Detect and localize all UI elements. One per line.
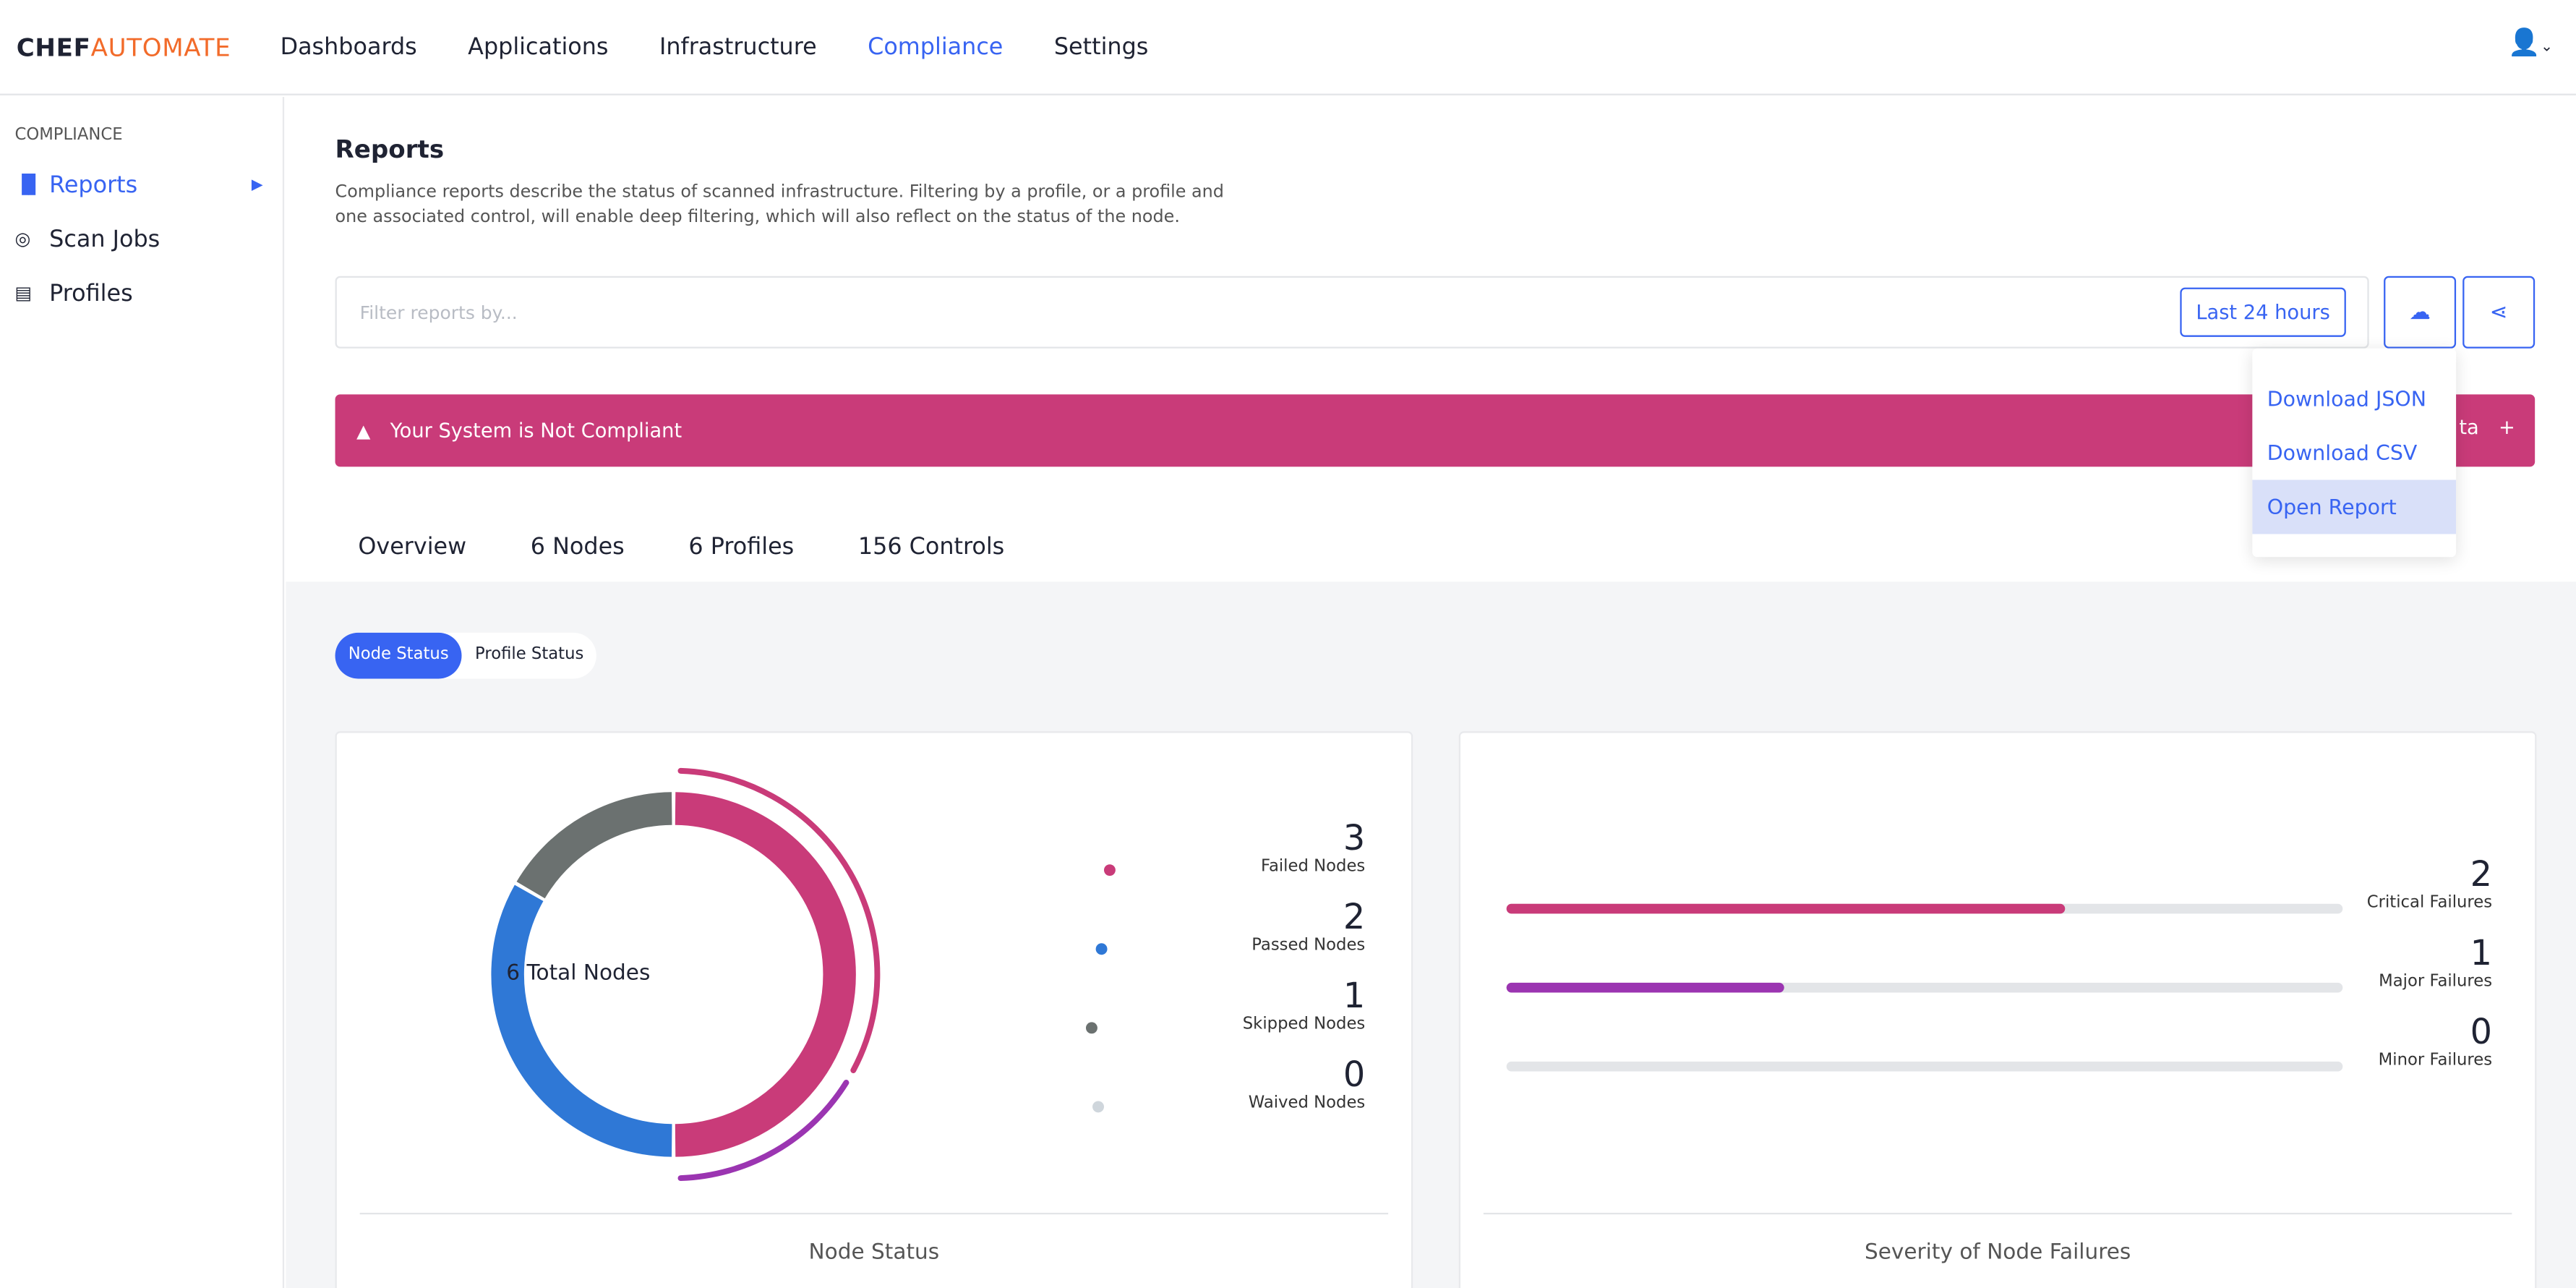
legend-count: 1	[1343, 976, 1366, 1016]
overview-panel: Node Status Profile Status 6 Total Nodes…	[286, 581, 2576, 1288]
alert-text: Your System is Not Compliant	[390, 419, 682, 443]
top-navbar: CHEFAUTOMATE Dashboards Applications Inf…	[0, 0, 2576, 95]
severity-bar-fill	[1506, 982, 1785, 993]
radar-icon: ◎	[14, 228, 31, 250]
legend-dot-icon	[1092, 1101, 1104, 1113]
legend-label-wrap: Waived Nodes	[1092, 1094, 1366, 1113]
main-content: Reports Compliance reports describe the …	[286, 97, 2576, 1288]
share-button[interactable]: ⋖	[2462, 276, 2536, 349]
severity-count: 2	[2470, 854, 2493, 895]
sidebar-item-reports[interactable]: ▐▌ Reports ▶	[0, 158, 283, 212]
legend-item: 3 Failed Nodes	[1105, 818, 1366, 877]
chef-automate-logo[interactable]: CHEFAUTOMATE	[17, 32, 231, 61]
donut-slice-passed-nodes[interactable]	[491, 884, 672, 1157]
expand-plus-icon[interactable]: +	[2499, 416, 2515, 439]
sidebar-item-scan-jobs[interactable]: ◎ Scan Jobs	[0, 212, 283, 266]
legend-count: 3	[1343, 818, 1366, 858]
page-title: Reports	[335, 135, 445, 165]
severity-legend: 1 Major Failures	[2379, 934, 2492, 991]
sidebar-heading: COMPLIANCE	[14, 126, 123, 145]
legend-count: 2	[1343, 897, 1366, 937]
user-icon: 👤	[2507, 26, 2541, 58]
tab-profiles[interactable]: 6 Profiles	[666, 518, 817, 589]
chevron-down-icon: ⌄	[2541, 39, 2554, 56]
legend-item: 0 Waived Nodes	[1092, 1054, 1366, 1113]
legend-item: 2 Passed Nodes	[1095, 897, 1366, 955]
page-description: Compliance reports describe the status o…	[335, 182, 1224, 227]
warning-icon: ▲	[356, 419, 371, 442]
severity-footer: Severity of Node Failures	[1483, 1212, 2512, 1266]
sidebar-item-label: Scan Jobs	[49, 226, 161, 252]
caret-right-icon: ▶	[251, 176, 263, 193]
legend-label: Failed Nodes	[1260, 858, 1366, 877]
sidebar: COMPLIANCE ▐▌ Reports ▶ ◎ Scan Jobs ▤ Profil…	[0, 97, 285, 1288]
severity-bar-track	[1506, 903, 2343, 914]
logo-text-chef: CHEF	[16, 32, 91, 62]
download-dropdown-menu: Download JSON Download CSV Open Report	[2252, 348, 2457, 558]
time-range-button[interactable]: Last 24 hours	[2180, 287, 2346, 337]
book-icon: ▤	[14, 282, 33, 304]
legend-count: 0	[1343, 1054, 1366, 1095]
cloud-download-icon: ☁	[2409, 299, 2431, 325]
bar-chart-icon: ▐▌	[14, 174, 43, 196]
legend-label-wrap: Failed Nodes	[1105, 858, 1366, 877]
legend-label: Passed Nodes	[1251, 937, 1366, 955]
status-toggle: Node Status Profile Status	[335, 632, 597, 679]
nav-infrastructure[interactable]: Infrastructure	[659, 34, 817, 60]
severity-label: Critical Failures	[2366, 894, 2493, 913]
tab-overview[interactable]: Overview	[335, 518, 489, 589]
filter-input[interactable]: Filter reports by...	[360, 302, 518, 324]
tab-nodes[interactable]: 6 Nodes	[508, 518, 648, 589]
node-status-footer: Node Status	[359, 1212, 1389, 1266]
filter-search-bar[interactable]: Filter reports by... Last 24 hours	[335, 276, 2369, 349]
nav-dashboards[interactable]: Dashboards	[281, 34, 417, 60]
severity-card: 2 Critical Failures 1 Major Failures 0 Mino…	[1458, 731, 2537, 1288]
severity-label: Minor Failures	[2378, 1052, 2493, 1070]
logo-text-automate: AUTOMATE	[90, 32, 231, 62]
severity-legend: 2 Critical Failures	[2367, 855, 2492, 913]
legend-dot-icon	[1095, 943, 1108, 955]
severity-count: 1	[2470, 933, 2493, 973]
download-button[interactable]: ☁	[2384, 276, 2457, 349]
severity-legend: 0 Minor Failures	[2379, 1012, 2492, 1070]
toggle-node-status[interactable]: Node Status	[335, 632, 462, 679]
sidebar-item-label: Reports	[49, 171, 138, 198]
legend-label: Skipped Nodes	[1242, 1015, 1366, 1034]
severity-bar-track	[1506, 982, 2343, 993]
legend-item: 1 Skipped Nodes	[1086, 976, 1366, 1034]
menu-item-open-report[interactable]: Open Report	[2252, 479, 2457, 534]
severity-count: 0	[2470, 1012, 2493, 1052]
menu-item-download-csv[interactable]: Download CSV	[2252, 426, 2456, 480]
donut-slice-skipped-nodes[interactable]	[516, 792, 672, 899]
compliance-alert-banner[interactable]: ▲ Your System is Not Compliant ta +	[335, 394, 2536, 467]
legend-label-wrap: Passed Nodes	[1095, 937, 1366, 955]
legend-dot-icon	[1086, 1022, 1098, 1034]
legend-dot-icon	[1105, 864, 1116, 877]
nav-compliance[interactable]: Compliance	[868, 34, 1003, 60]
severity-bar-fill	[1506, 903, 2065, 914]
node-status-card: 6 Total Nodes 3 Failed Nodes 2 Passed No…	[335, 731, 1413, 1288]
alert-partial-text: ta	[2459, 415, 2479, 439]
user-menu[interactable]: 👤⌄	[2508, 26, 2553, 57]
menu-item-download-json[interactable]: Download JSON	[2252, 372, 2456, 426]
sidebar-item-label: Profiles	[49, 280, 133, 307]
total-nodes-label: 6 Total Nodes	[506, 961, 651, 986]
severity-bar-track	[1506, 1061, 2343, 1072]
sidebar-item-profiles[interactable]: ▤ Profiles	[0, 266, 283, 320]
legend-label: Waived Nodes	[1248, 1094, 1366, 1113]
toggle-profile-status[interactable]: Profile Status	[462, 633, 597, 679]
nav-settings[interactable]: Settings	[1054, 34, 1148, 60]
severity-label: Major Failures	[2379, 973, 2493, 991]
tab-controls[interactable]: 156 Controls	[835, 518, 1027, 589]
nav-applications[interactable]: Applications	[468, 34, 608, 60]
report-tabs: Overview 6 Nodes 6 Profiles 156 Controls	[335, 518, 1046, 589]
legend-label-wrap: Skipped Nodes	[1086, 1015, 1366, 1034]
share-icon: ⋖	[2489, 299, 2508, 325]
